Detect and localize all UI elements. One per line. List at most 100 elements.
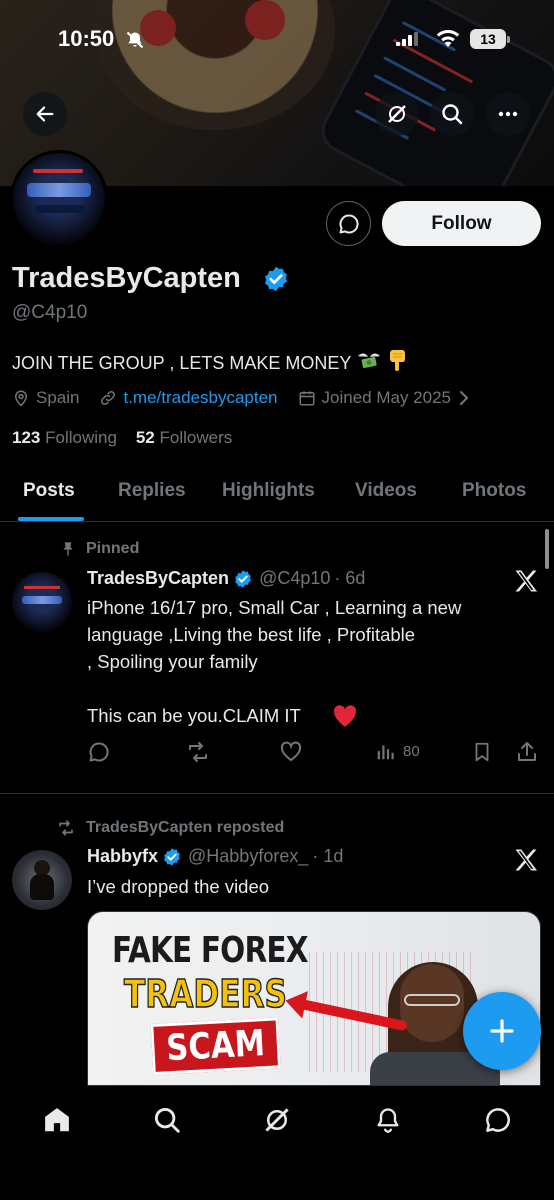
follow-counts: 123 Following 52 Followers <box>12 428 232 448</box>
post-author-name[interactable]: TradesByCapten <box>87 568 229 589</box>
post-actions: 80 <box>87 740 542 766</box>
tab-replies[interactable]: Replies <box>118 480 186 502</box>
chat-bubble-icon <box>486 1108 510 1132</box>
post-author-avatar[interactable] <box>12 850 72 910</box>
pinned-label: Pinned <box>60 540 139 558</box>
nav-search[interactable] <box>150 1103 184 1137</box>
reply-button[interactable] <box>87 740 111 764</box>
share-button[interactable] <box>515 740 539 764</box>
status-bar: 10:50 13 <box>0 26 554 56</box>
video-thumbnail[interactable]: FAKE FOREX TRADERS SCAM <box>87 911 541 1086</box>
repost-icon <box>56 819 76 837</box>
location-pin-icon <box>12 389 30 407</box>
post-timestamp[interactable]: · 1d <box>312 846 343 867</box>
following-count: 123 <box>12 428 41 447</box>
post-header: TradesByCapten @C4p10 · 6d <box>87 568 365 589</box>
chevron-right-icon <box>457 390 471 406</box>
search-button[interactable] <box>430 92 474 136</box>
share-icon <box>518 742 536 761</box>
repost-button[interactable] <box>185 740 211 764</box>
website-link[interactable]: t.me/tradesbycapten <box>123 388 277 408</box>
post-author-handle[interactable]: @Habbyforex_ <box>188 846 308 867</box>
pin-icon <box>60 541 76 557</box>
followers-label: Followers <box>159 428 233 447</box>
reply-icon <box>89 742 109 762</box>
calendar-icon <box>298 389 316 407</box>
profile-location: Spain <box>12 388 79 408</box>
pinned-text: Pinned <box>86 540 140 557</box>
tab-posts[interactable]: Posts <box>23 480 75 502</box>
thumbnail-title-line1: FAKE FOREX <box>112 930 308 971</box>
plus-icon <box>490 1019 514 1043</box>
views-chart-icon <box>377 745 394 760</box>
grok-button[interactable] <box>375 92 419 136</box>
profile-meta: Spain t.me/tradesbycapten Joined May 202… <box>12 386 497 410</box>
nav-grok[interactable] <box>260 1103 294 1137</box>
thumbnail-title-line2: TRADERS <box>123 971 287 1017</box>
profile-handle: @C4p10 <box>12 302 88 323</box>
more-options-button[interactable] <box>486 92 530 136</box>
search-icon <box>154 1107 180 1133</box>
heart-icon <box>280 741 302 762</box>
profile-avatar[interactable] <box>10 150 108 248</box>
follow-button[interactable]: Follow <box>382 201 541 246</box>
repost-context[interactable]: TradesByCapten reposted <box>56 819 284 837</box>
profile-display-name: TradesByCapten <box>12 262 241 294</box>
thumbnail-title-line3: SCAM <box>150 1017 281 1075</box>
repost-icon <box>189 742 207 762</box>
followers-link[interactable]: 52 Followers <box>136 428 232 447</box>
post-text: I’ve dropped the video <box>87 876 270 897</box>
message-button[interactable] <box>326 201 371 246</box>
x-logo-icon <box>512 567 540 595</box>
bell-icon <box>377 1108 399 1133</box>
tab-photos[interactable]: Photos <box>462 480 526 502</box>
verified-badge-icon <box>162 847 182 867</box>
post-header: Habbyfx @Habbyforex_ · 1d <box>87 846 343 867</box>
views-button[interactable]: 80 <box>375 740 420 762</box>
followers-count: 52 <box>135 428 155 447</box>
profile-bio: JOIN THE GROUP , LETS MAKE MONEY <box>12 348 409 377</box>
verified-badge-icon <box>233 569 253 589</box>
tab-highlights[interactable]: Highlights <box>222 480 315 502</box>
post-timestamp[interactable]: · 6d <box>334 568 365 589</box>
grok-icon <box>265 1108 289 1132</box>
money-wings-emoji-icon <box>356 350 382 377</box>
home-icon <box>45 1108 69 1132</box>
x-logo-icon <box>512 846 540 874</box>
arrow-left-icon <box>36 106 54 122</box>
compose-post-button[interactable] <box>463 992 541 1070</box>
active-tab-indicator <box>18 517 84 521</box>
post-text: iPhone 16/17 pro, Small Car , Learning a… <box>87 597 462 726</box>
pointing-down-emoji-icon <box>387 348 409 377</box>
bio-text: JOIN THE GROUP , LETS MAKE MONEY <box>12 353 352 373</box>
bookmark-button[interactable] <box>471 740 493 764</box>
chat-bubble-icon <box>338 213 359 233</box>
search-icon <box>442 104 463 125</box>
tab-videos[interactable]: Videos <box>355 480 417 502</box>
scrollbar[interactable] <box>545 529 549 569</box>
wifi-icon <box>436 30 460 53</box>
link-icon <box>99 389 117 407</box>
nav-messages[interactable] <box>481 1103 515 1137</box>
battery-indicator: 13 <box>470 29 510 49</box>
red-heart-emoji-icon <box>332 704 358 733</box>
nav-home[interactable] <box>40 1103 74 1137</box>
verified-badge-icon <box>262 265 290 298</box>
more-dots-icon <box>498 111 518 117</box>
post-author-name[interactable]: Habbyfx <box>87 846 158 867</box>
location-text: Spain <box>36 388 80 407</box>
like-button[interactable] <box>279 740 303 764</box>
silent-bell-icon <box>125 30 145 55</box>
profile-tabs: Posts Replies Highlights Videos Photos <box>0 468 554 522</box>
joined-text: Joined May 2025 <box>321 388 451 407</box>
nav-notifications[interactable] <box>371 1103 405 1137</box>
profile-joined[interactable]: Joined May 2025 <box>298 388 477 408</box>
post-divider <box>0 793 554 794</box>
back-button[interactable] <box>23 92 67 136</box>
status-time: 10:50 <box>58 26 115 51</box>
profile-website[interactable]: t.me/tradesbycapten <box>99 388 278 408</box>
post-author-handle[interactable]: @C4p10 <box>259 568 330 589</box>
post-author-avatar[interactable] <box>12 572 72 632</box>
following-link[interactable]: 123 Following <box>12 428 117 447</box>
repost-context-text: TradesByCapten reposted <box>86 819 285 836</box>
